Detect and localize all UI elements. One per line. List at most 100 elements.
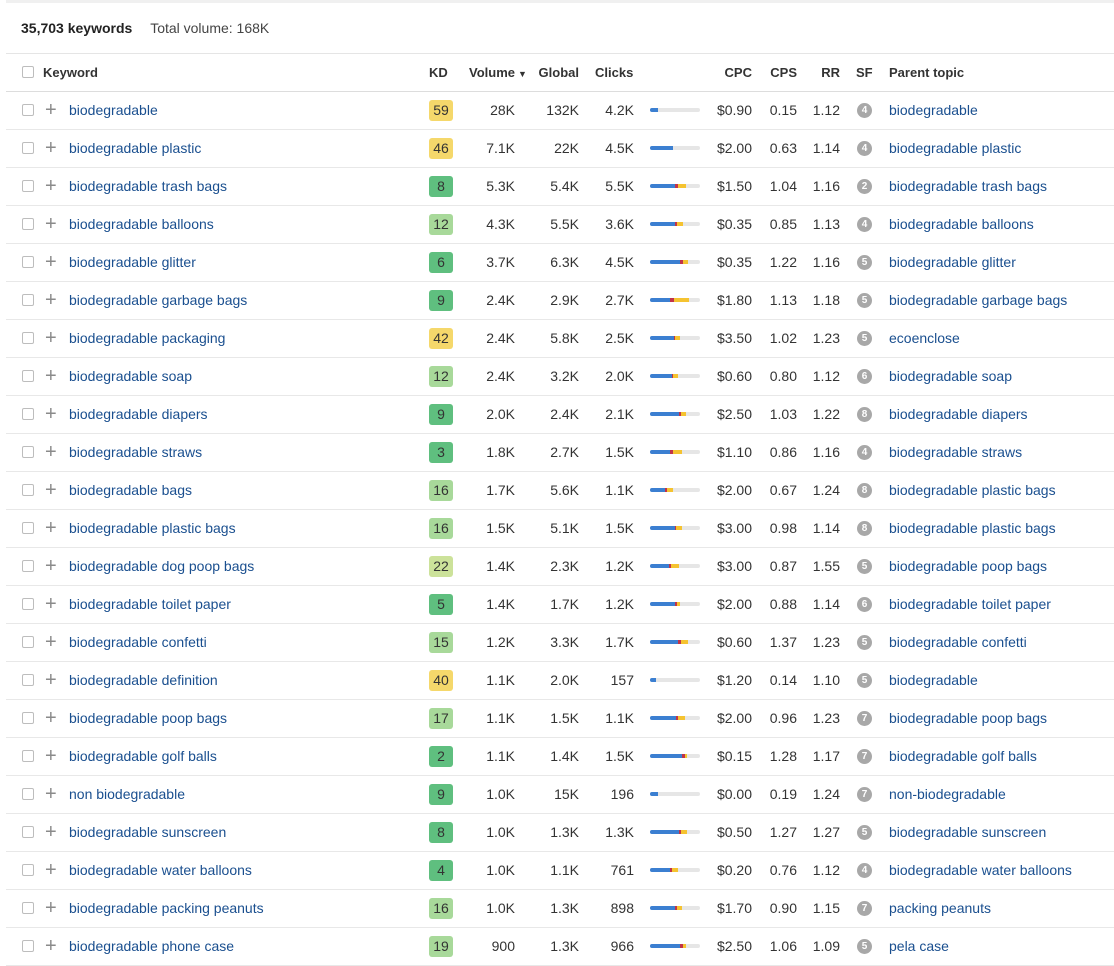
serp-features-badge[interactable]: 8: [857, 521, 872, 536]
keyword-link[interactable]: biodegradable plastic bags: [69, 510, 236, 547]
parent-topic-link[interactable]: biodegradable confetti: [889, 624, 1027, 661]
table-row[interactable]: + biodegradable plastic bags 16 1.5K 5.1K 1.5…: [6, 510, 1114, 548]
keyword-link[interactable]: biodegradable balloons: [69, 206, 214, 243]
row-checkbox[interactable]: [22, 902, 34, 914]
parent-topic-link[interactable]: biodegradable water balloons: [889, 852, 1072, 889]
serp-features-badge[interactable]: 6: [857, 369, 872, 384]
row-checkbox[interactable]: [22, 826, 34, 838]
col-clicks[interactable]: Clicks: [595, 54, 633, 91]
row-checkbox[interactable]: [22, 332, 34, 344]
parent-topic-link[interactable]: biodegradable diapers: [889, 396, 1028, 433]
plus-icon[interactable]: +: [45, 130, 57, 166]
plus-icon[interactable]: +: [45, 814, 57, 850]
plus-icon[interactable]: +: [45, 168, 57, 204]
row-checkbox[interactable]: [22, 484, 34, 496]
table-row[interactable]: + biodegradable toilet paper 5 1.4K 1.7K 1.2K…: [6, 586, 1114, 624]
row-checkbox[interactable]: [22, 218, 34, 230]
row-checkbox[interactable]: [22, 522, 34, 534]
serp-features-badge[interactable]: 5: [857, 673, 872, 688]
keyword-link[interactable]: biodegradable straws: [69, 434, 202, 471]
parent-topic-link[interactable]: biodegradable: [889, 92, 978, 129]
plus-icon[interactable]: +: [45, 206, 57, 242]
keyword-link[interactable]: biodegradable poop bags: [69, 700, 227, 737]
keyword-link[interactable]: biodegradable definition: [69, 662, 218, 699]
table-row[interactable]: + biodegradable sunscreen 8 1.0K 1.3K 1.3K $0.…: [6, 814, 1114, 852]
row-checkbox[interactable]: [22, 712, 34, 724]
parent-topic-link[interactable]: non-biodegradable: [889, 776, 1006, 813]
serp-features-badge[interactable]: 5: [857, 293, 872, 308]
row-checkbox[interactable]: [22, 636, 34, 648]
keyword-link[interactable]: biodegradable sunscreen: [69, 814, 226, 851]
row-checkbox[interactable]: [22, 788, 34, 800]
col-global[interactable]: Global: [536, 54, 579, 91]
row-checkbox[interactable]: [22, 104, 34, 116]
parent-topic-link[interactable]: biodegradable poop bags: [889, 700, 1047, 737]
col-cpc[interactable]: CPC: [706, 54, 752, 91]
row-checkbox[interactable]: [22, 256, 34, 268]
plus-icon[interactable]: +: [45, 928, 57, 964]
row-checkbox[interactable]: [22, 598, 34, 610]
serp-features-badge[interactable]: 8: [857, 407, 872, 422]
keyword-link[interactable]: non biodegradable: [69, 776, 185, 813]
plus-icon[interactable]: +: [45, 776, 57, 812]
table-row[interactable]: + biodegradable trash bags 8 5.3K 5.4K 5.5K $1…: [6, 168, 1114, 206]
table-row[interactable]: + biodegradable confetti 15 1.2K 3.3K 1.7K $0.…: [6, 624, 1114, 662]
keyword-link[interactable]: biodegradable phone case: [69, 928, 234, 965]
serp-features-badge[interactable]: 4: [857, 445, 872, 460]
keyword-link[interactable]: biodegradable packing peanuts: [69, 890, 264, 927]
table-row[interactable]: + biodegradable phone case 19 900 1.3K 966 $2.…: [6, 928, 1114, 966]
serp-features-badge[interactable]: 5: [857, 331, 872, 346]
parent-topic-link[interactable]: biodegradable garbage bags: [889, 282, 1067, 319]
parent-topic-link[interactable]: biodegradable toilet paper: [889, 586, 1051, 623]
row-checkbox[interactable]: [22, 864, 34, 876]
serp-features-badge[interactable]: 7: [857, 711, 872, 726]
serp-features-badge[interactable]: 5: [857, 559, 872, 574]
row-checkbox[interactable]: [22, 750, 34, 762]
plus-icon[interactable]: +: [45, 548, 57, 584]
parent-topic-link[interactable]: biodegradable trash bags: [889, 168, 1047, 205]
parent-topic-link[interactable]: packing peanuts: [889, 890, 991, 927]
plus-icon[interactable]: +: [45, 320, 57, 356]
col-kd[interactable]: KD: [429, 54, 448, 91]
col-volume[interactable]: Volume ▼: [469, 54, 527, 91]
plus-icon[interactable]: +: [45, 852, 57, 888]
keyword-link[interactable]: biodegradable water balloons: [69, 852, 252, 889]
serp-features-badge[interactable]: 4: [857, 103, 872, 118]
plus-icon[interactable]: +: [45, 396, 57, 432]
serp-features-badge[interactable]: 6: [857, 597, 872, 612]
table-row[interactable]: + biodegradable plastic 46 7.1K 22K 4.5K $2.00…: [6, 130, 1114, 168]
table-row[interactable]: + biodegradable golf balls 2 1.1K 1.4K 1.5K $0…: [6, 738, 1114, 776]
plus-icon[interactable]: +: [45, 624, 57, 660]
table-row[interactable]: + biodegradable water balloons 4 1.0K 1.1K 76…: [6, 852, 1114, 890]
col-parent-topic[interactable]: Parent topic: [889, 54, 964, 91]
table-row[interactable]: + biodegradable soap 12 2.4K 3.2K 2.0K $0.60 0.…: [6, 358, 1114, 396]
parent-topic-link[interactable]: biodegradable poop bags: [889, 548, 1047, 585]
table-row[interactable]: + biodegradable dog poop bags 22 1.4K 2.3K 1.…: [6, 548, 1114, 586]
row-checkbox[interactable]: [22, 294, 34, 306]
table-row[interactable]: + biodegradable packing peanuts 16 1.0K 1.3K…: [6, 890, 1114, 928]
parent-topic-link[interactable]: biodegradable: [889, 662, 978, 699]
plus-icon[interactable]: +: [45, 244, 57, 280]
parent-topic-link[interactable]: biodegradable golf balls: [889, 738, 1037, 775]
plus-icon[interactable]: +: [45, 434, 57, 470]
table-row[interactable]: + biodegradable 59 28K 132K 4.2K $0.90 0.15 1.12…: [6, 92, 1114, 130]
keyword-link[interactable]: biodegradable garbage bags: [69, 282, 247, 319]
keyword-link[interactable]: biodegradable: [69, 92, 158, 129]
plus-icon[interactable]: +: [45, 282, 57, 318]
table-row[interactable]: + biodegradable diapers 9 2.0K 2.4K 2.1K $2.50…: [6, 396, 1114, 434]
serp-features-badge[interactable]: 5: [857, 255, 872, 270]
plus-icon[interactable]: +: [45, 472, 57, 508]
keyword-link[interactable]: biodegradable confetti: [69, 624, 207, 661]
plus-icon[interactable]: +: [45, 662, 57, 698]
parent-topic-link[interactable]: biodegradable sunscreen: [889, 814, 1046, 851]
parent-topic-link[interactable]: biodegradable soap: [889, 358, 1012, 395]
row-checkbox[interactable]: [22, 180, 34, 192]
col-rr[interactable]: RR: [806, 54, 840, 91]
select-all-checkbox[interactable]: [22, 66, 34, 78]
plus-icon[interactable]: +: [45, 890, 57, 926]
parent-topic-link[interactable]: biodegradable glitter: [889, 244, 1016, 281]
row-checkbox[interactable]: [22, 370, 34, 382]
table-row[interactable]: + biodegradable garbage bags 9 2.4K 2.9K 2.7K…: [6, 282, 1114, 320]
serp-features-badge[interactable]: 4: [857, 863, 872, 878]
table-row[interactable]: + biodegradable glitter 6 3.7K 6.3K 4.5K $0.35…: [6, 244, 1114, 282]
